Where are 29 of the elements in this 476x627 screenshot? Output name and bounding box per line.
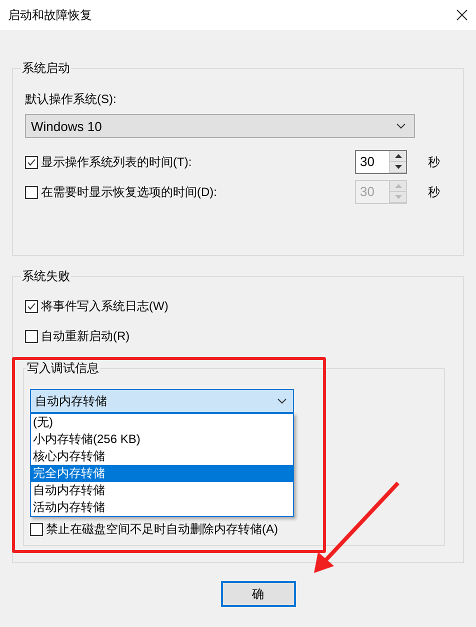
checkbox-label: 将事件写入系统日志(W) (41, 298, 168, 314)
checkbox-label: 显示操作系统列表的时间(T): (41, 154, 192, 170)
checkbox-label: 自动重新启动(R) (41, 328, 130, 344)
os-dropdown[interactable]: Windows 10 (25, 114, 415, 138)
close-icon[interactable] (456, 9, 468, 21)
dropdown-option[interactable]: (无) (31, 414, 293, 431)
field-label: 默认操作系统(S): (25, 91, 116, 108)
group-title: 系统失败 (21, 268, 71, 285)
unit-label: 秒 (427, 154, 441, 170)
dropdown-option[interactable]: 自动内存转储 (31, 482, 293, 499)
chevron-icon (396, 123, 406, 129)
checkbox-label: 禁止在磁盘空间不足时自动删除内存转储(A) (46, 520, 278, 538)
number-spinner[interactable]: 30 (355, 150, 407, 174)
ok-button[interactable]: 确 (220, 581, 296, 607)
unit-label: 秒 (427, 184, 441, 200)
dropdown-option[interactable]: 小内存转储(256 KB) (31, 431, 293, 448)
checkbox[interactable] (25, 330, 38, 342)
dropdown-option[interactable]: 核心内存转储 (31, 448, 293, 465)
checkbox[interactable] (30, 522, 43, 536)
checkbox[interactable] (25, 300, 38, 312)
dropdown-option[interactable]: 完全内存转储 (31, 465, 293, 482)
window-title: 启动和故障恢复 (8, 6, 92, 24)
dropdown-option[interactable]: 活动内存转储 (31, 499, 293, 516)
checkbox-label: 在需要时显示恢复选项的时间(D): (41, 184, 217, 200)
chevron-icon (277, 398, 287, 404)
checkbox[interactable] (25, 156, 38, 168)
group-title: 系统启动 (21, 60, 71, 77)
dump-type-dropdown[interactable]: 自动内存转储 (30, 389, 294, 413)
group-title: 写入调试信息 (26, 360, 100, 377)
